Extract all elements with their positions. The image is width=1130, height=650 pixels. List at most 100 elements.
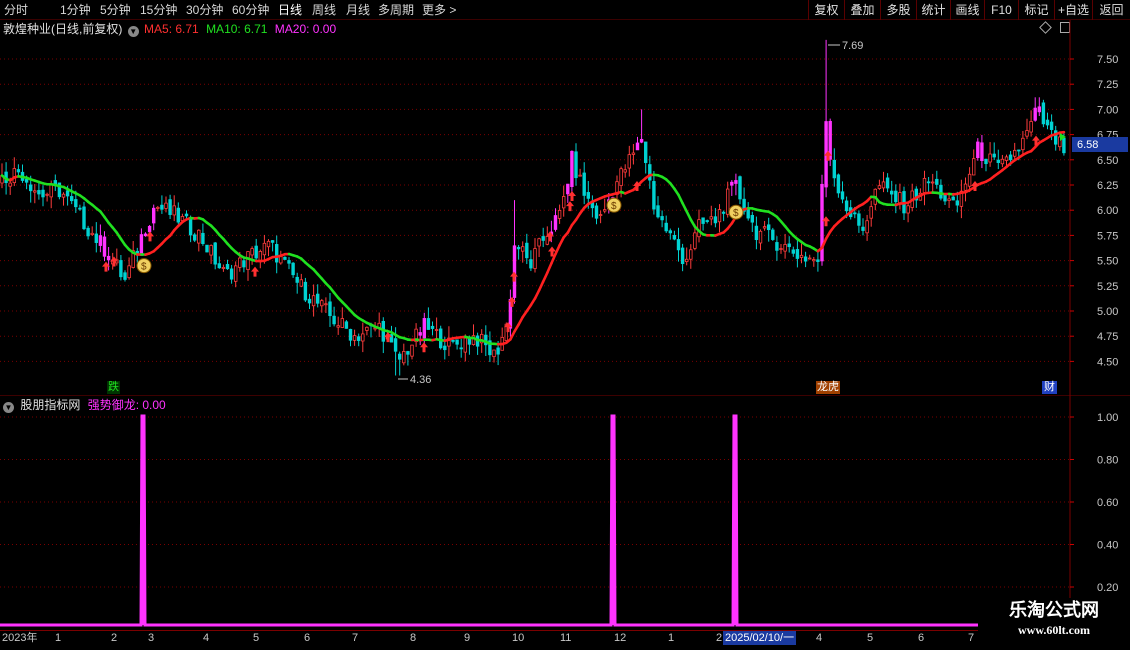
ma-segment [681,201,689,213]
candle-body [74,199,78,208]
candle-body [311,295,316,307]
date-axis-line [0,630,978,631]
candle-body [102,236,107,257]
candle-body [877,185,882,189]
candle-body [967,173,972,187]
candle-body [557,209,562,219]
candle-body [160,204,164,210]
candle-body [156,206,160,209]
candle-body [139,234,144,256]
candle-body [894,190,898,203]
candle-body [812,259,816,262]
candle-body [1045,119,1050,126]
candle-body [972,158,976,176]
candlestick-chart[interactable]: $$$ 7.507.257.006.756.506.256.005.755.50… [0,0,1130,396]
candle-body [754,225,759,241]
date-tick-label: 6 [304,632,311,644]
candle-body [832,159,836,179]
candle-body [283,256,287,260]
candle-body [947,198,951,201]
candle-body [151,207,156,224]
candle-body [492,349,496,358]
candle-body [840,191,845,200]
watermark-line2: www.60lt.com [1018,623,1090,637]
candle-body [996,159,1000,163]
candle-body [619,168,623,186]
candle-body [78,207,82,210]
candle-body [644,141,648,163]
candle-body [119,260,123,278]
date-tick-label: 12 [614,632,627,644]
candle-body [635,142,640,151]
candle-body [808,257,812,260]
candle-body [775,242,779,251]
candle-body [246,251,250,270]
candle-body [49,184,53,198]
candle-body [332,315,336,325]
date-tick-label: 6 [918,632,925,644]
candle-body [365,326,369,331]
ma-segment [1058,130,1066,135]
candle-body [594,205,599,219]
candle-body [410,344,414,357]
candle-body [98,235,103,246]
candle-body [922,177,927,194]
indicator-series-line [0,414,978,627]
ma-segment [685,210,693,221]
candle-body [127,265,131,279]
fall-marker[interactable]: 跌 [107,381,120,394]
candle-body [787,243,791,248]
candle-body [1025,130,1029,137]
date-tick-label: 7 [352,632,359,644]
buy-arrow-icon [251,266,259,277]
candle-body [324,303,328,306]
candle-body [242,260,246,268]
candle-body [90,232,94,235]
candle-body [176,207,180,223]
candle-body [451,339,455,342]
indicator-tick-label: 0.20 [1097,582,1118,594]
candle-body [533,248,537,269]
candle-body [299,279,303,287]
candle-body [86,227,90,237]
price-tick-label: 7.50 [1097,54,1118,66]
candle-body [939,184,943,199]
candle-body [1017,149,1021,152]
candle-body [701,217,705,224]
candle-body [885,177,890,189]
candle-body [890,190,894,195]
date-tick-label: 5 [253,632,260,644]
candle-body [320,300,324,307]
money-bag-glyph: $ [733,208,739,219]
candle-body [570,150,574,188]
candle-body [8,182,12,187]
candle-body [106,255,111,261]
ma-segment [509,330,516,341]
candle-body [61,193,66,198]
candle-body [233,265,238,282]
price-tick-label: 6.00 [1097,205,1118,217]
candle-body [758,230,763,244]
candle-body [172,205,176,216]
candle-body [853,212,857,215]
candle-body [898,192,902,204]
candle-body [266,240,271,248]
candle-body [16,169,21,173]
candle-body [164,202,168,209]
indicator-chart[interactable]: 1.00 0.80 0.60 0.40 0.20 [0,396,1130,630]
candle-body [861,226,865,231]
candle-body [779,248,783,250]
candle-body [1037,106,1041,113]
candle-body [1000,158,1005,165]
date-tick-label: 2 [716,632,723,644]
candle-body [418,332,422,336]
finance-marker[interactable]: 财 [1042,381,1057,394]
candle-body [254,245,258,259]
dragon-tiger-marker[interactable]: 龙虎 [816,381,840,394]
buy-arrow-icon [146,231,154,242]
candle-body [984,158,988,165]
candle-body [816,259,820,262]
candle-body [746,209,750,219]
candle-body [762,226,767,229]
candle-body [422,318,426,339]
